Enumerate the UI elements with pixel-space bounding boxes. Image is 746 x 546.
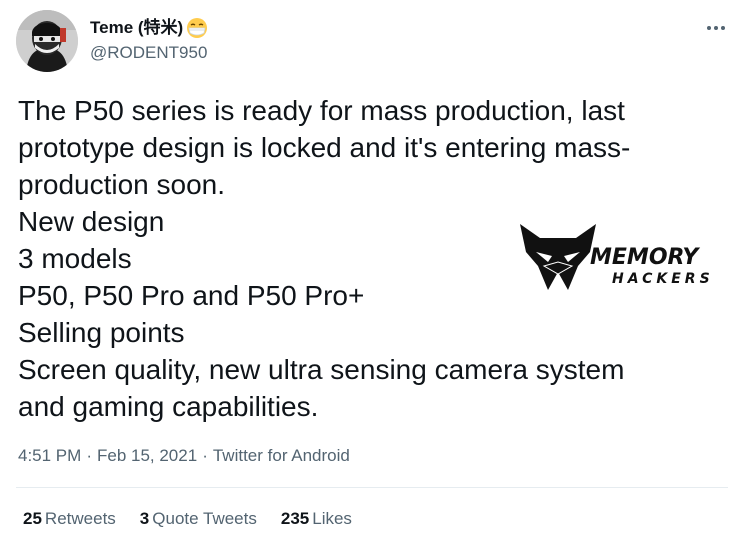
tweet-line: Screen quality, new ultra sensing camera… — [18, 354, 625, 385]
more-options-button[interactable] — [704, 18, 728, 38]
tweet-card: Teme (特米) @RODENT950 The P50 series is r… — [0, 0, 746, 546]
retweets-stat[interactable]: 25 Retweets — [23, 508, 116, 530]
tweet-time-link[interactable]: 4:51 PM — [18, 446, 81, 465]
tweet-date-link[interactable]: Feb 15, 2021 — [97, 446, 197, 465]
display-name-text: Teme (特米) — [90, 18, 184, 37]
likes-stat[interactable]: 235 Likes — [281, 508, 352, 530]
divider — [16, 487, 728, 488]
tweet-line: production soon. — [18, 169, 226, 200]
tweet-line: prototype design is locked and it's ente… — [18, 132, 631, 163]
user-info: Teme (特米) @RODENT950 — [90, 17, 208, 64]
meta-separator: · — [202, 446, 208, 465]
quote-tweets-stat[interactable]: 3 Quote Tweets — [140, 508, 257, 530]
retweets-count: 25 — [23, 509, 42, 528]
tweet-line: and gaming capabilities. — [18, 391, 319, 422]
quote-tweets-label: Quote Tweets — [152, 509, 257, 528]
watermark-line1: MEMORY — [590, 245, 699, 270]
quote-tweets-count: 3 — [139, 509, 150, 528]
tweet-metadata: 4:51 PM · Feb 15, 2021 · Twitter for Android — [18, 445, 350, 467]
avatar[interactable] — [16, 10, 78, 72]
tweet-line: The P50 series is ready for mass product… — [18, 95, 625, 126]
watermark-line2: HACKERS — [612, 271, 714, 287]
display-name[interactable]: Teme (特米) — [90, 17, 208, 39]
more-dots-icon — [707, 26, 725, 30]
retweets-label: Retweets — [44, 509, 116, 528]
likes-count: 235 — [280, 509, 310, 528]
memory-hackers-watermark-logo: MEMORY HACKERS — [518, 222, 710, 292]
tweet-stats: 25 Retweets 3 Quote Tweets 235 Likes — [23, 508, 352, 530]
tweet-source-link[interactable]: Twitter for Android — [213, 446, 350, 465]
user-handle[interactable]: @RODENT950 — [90, 42, 208, 64]
tweet-line: Selling points — [18, 317, 185, 348]
meta-separator: · — [86, 446, 92, 465]
face-with-medical-mask-icon — [186, 17, 208, 39]
likes-label: Likes — [312, 509, 352, 528]
